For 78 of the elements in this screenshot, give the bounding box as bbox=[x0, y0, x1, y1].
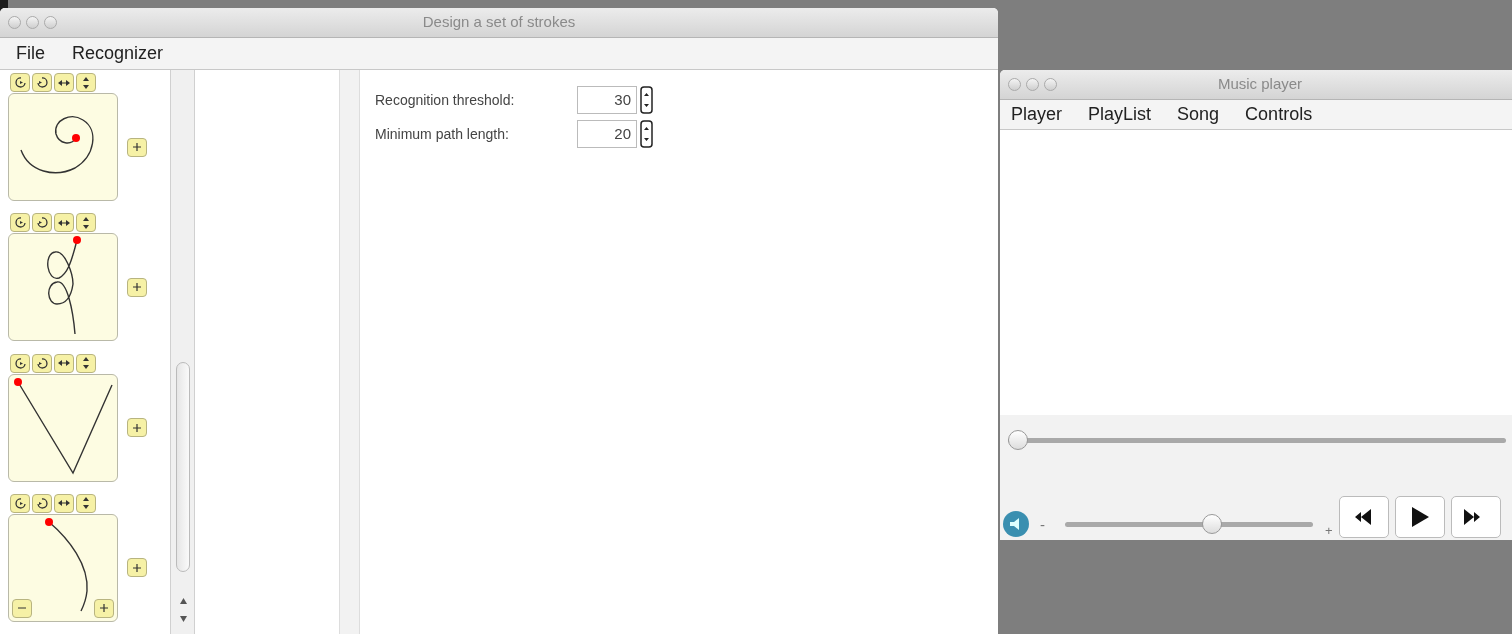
next-icon bbox=[1463, 509, 1482, 525]
add-button[interactable] bbox=[127, 558, 147, 578]
previous-icon bbox=[1354, 509, 1373, 525]
add-button[interactable] bbox=[127, 137, 147, 157]
remove-button[interactable] bbox=[12, 598, 32, 618]
speaker-icon[interactable] bbox=[1002, 510, 1030, 538]
horizontal-flip-icon bbox=[57, 358, 71, 368]
rotate-clockwise-button[interactable] bbox=[10, 493, 30, 513]
plus-icon bbox=[132, 562, 142, 573]
position-slider[interactable] bbox=[1008, 430, 1506, 450]
menu-item[interactable]: File bbox=[16, 40, 45, 67]
vertical-flip-button[interactable] bbox=[76, 493, 96, 513]
vertical-flip-icon bbox=[81, 215, 91, 230]
rotate-clockwise-button[interactable] bbox=[10, 353, 30, 373]
rotate-clockwise-button[interactable] bbox=[10, 73, 30, 92]
menu-item[interactable]: Song bbox=[1177, 101, 1220, 128]
rotate-counterclockwise-button[interactable] bbox=[32, 493, 52, 513]
horizontal-flip-button[interactable] bbox=[54, 493, 74, 513]
scrollbar[interactable] bbox=[170, 70, 195, 634]
menu-item[interactable]: Recognizer bbox=[72, 40, 164, 67]
previous-button[interactable] bbox=[1338, 496, 1389, 538]
slider-thumb[interactable] bbox=[1201, 514, 1222, 534]
vertical-flip-icon bbox=[81, 356, 91, 370]
spinner-icon[interactable] bbox=[640, 120, 653, 148]
rotate-clockwise-icon bbox=[13, 216, 27, 230]
horizontal-flip-icon bbox=[57, 498, 71, 509]
plus-icon bbox=[99, 603, 109, 614]
rotate-counterclockwise-button[interactable] bbox=[32, 213, 52, 233]
rotate-counterclockwise-icon bbox=[35, 76, 49, 89]
horizontal-flip-button[interactable] bbox=[54, 213, 74, 233]
stroke-card[interactable] bbox=[8, 233, 118, 342]
rotate-counterclockwise-icon bbox=[35, 496, 49, 510]
minus-icon bbox=[18, 607, 26, 610]
setting-label: Minimum path length: bbox=[375, 124, 510, 144]
horizontal-flip-icon bbox=[57, 217, 71, 228]
window-title: Design a set of strokes bbox=[422, 12, 576, 33]
horizontal-flip-icon bbox=[57, 77, 71, 88]
rotate-counterclockwise-button[interactable] bbox=[32, 73, 52, 92]
menu-item[interactable]: Controls bbox=[1245, 101, 1313, 128]
horizontal-flip-button[interactable] bbox=[54, 73, 74, 92]
setting-label: Recognition threshold: bbox=[375, 90, 516, 110]
spinner-icon[interactable] bbox=[640, 86, 653, 114]
rotate-clockwise-icon bbox=[13, 356, 27, 370]
plus-icon bbox=[132, 282, 142, 293]
menu-item[interactable]: Player bbox=[1011, 101, 1063, 128]
rotate-clockwise-button[interactable] bbox=[10, 213, 30, 233]
stroke-card[interactable] bbox=[8, 373, 118, 482]
vertical-flip-button[interactable] bbox=[76, 213, 96, 233]
vertical-flip-button[interactable] bbox=[76, 73, 96, 92]
vertical-flip-icon bbox=[81, 75, 91, 90]
add-button[interactable] bbox=[94, 598, 114, 618]
vertical-flip-button[interactable] bbox=[76, 353, 96, 373]
volume-minus-label: - bbox=[1040, 514, 1045, 535]
rotate-counterclockwise-button[interactable] bbox=[32, 353, 52, 373]
rotate-counterclockwise-icon bbox=[35, 216, 49, 230]
next-button[interactable] bbox=[1450, 496, 1501, 538]
plus-icon bbox=[132, 142, 142, 152]
play-button[interactable] bbox=[1394, 496, 1445, 538]
rotate-clockwise-icon bbox=[13, 76, 27, 89]
plus-icon bbox=[132, 422, 142, 433]
play-icon bbox=[1410, 507, 1429, 527]
number-field[interactable]: 30 bbox=[577, 86, 637, 114]
add-button[interactable] bbox=[127, 277, 147, 297]
rotate-clockwise-icon bbox=[13, 496, 27, 510]
volume-slider[interactable] bbox=[1065, 514, 1313, 534]
volume-plus-label: + bbox=[1325, 521, 1333, 540]
vertical-flip-icon bbox=[81, 496, 91, 511]
menu-item[interactable]: PlayList bbox=[1088, 101, 1152, 128]
rotate-counterclockwise-icon bbox=[35, 356, 49, 370]
add-button[interactable] bbox=[127, 418, 147, 437]
scrollbar-thumb[interactable] bbox=[176, 362, 190, 572]
slider-thumb[interactable] bbox=[1008, 430, 1028, 450]
scroll-up-icon[interactable] bbox=[180, 598, 187, 604]
horizontal-flip-button[interactable] bbox=[54, 353, 74, 373]
window-title: Music player bbox=[1217, 74, 1303, 95]
number-field[interactable]: 20 bbox=[577, 120, 637, 148]
scroll-down-icon[interactable] bbox=[180, 616, 187, 622]
stroke-card[interactable] bbox=[8, 93, 118, 201]
